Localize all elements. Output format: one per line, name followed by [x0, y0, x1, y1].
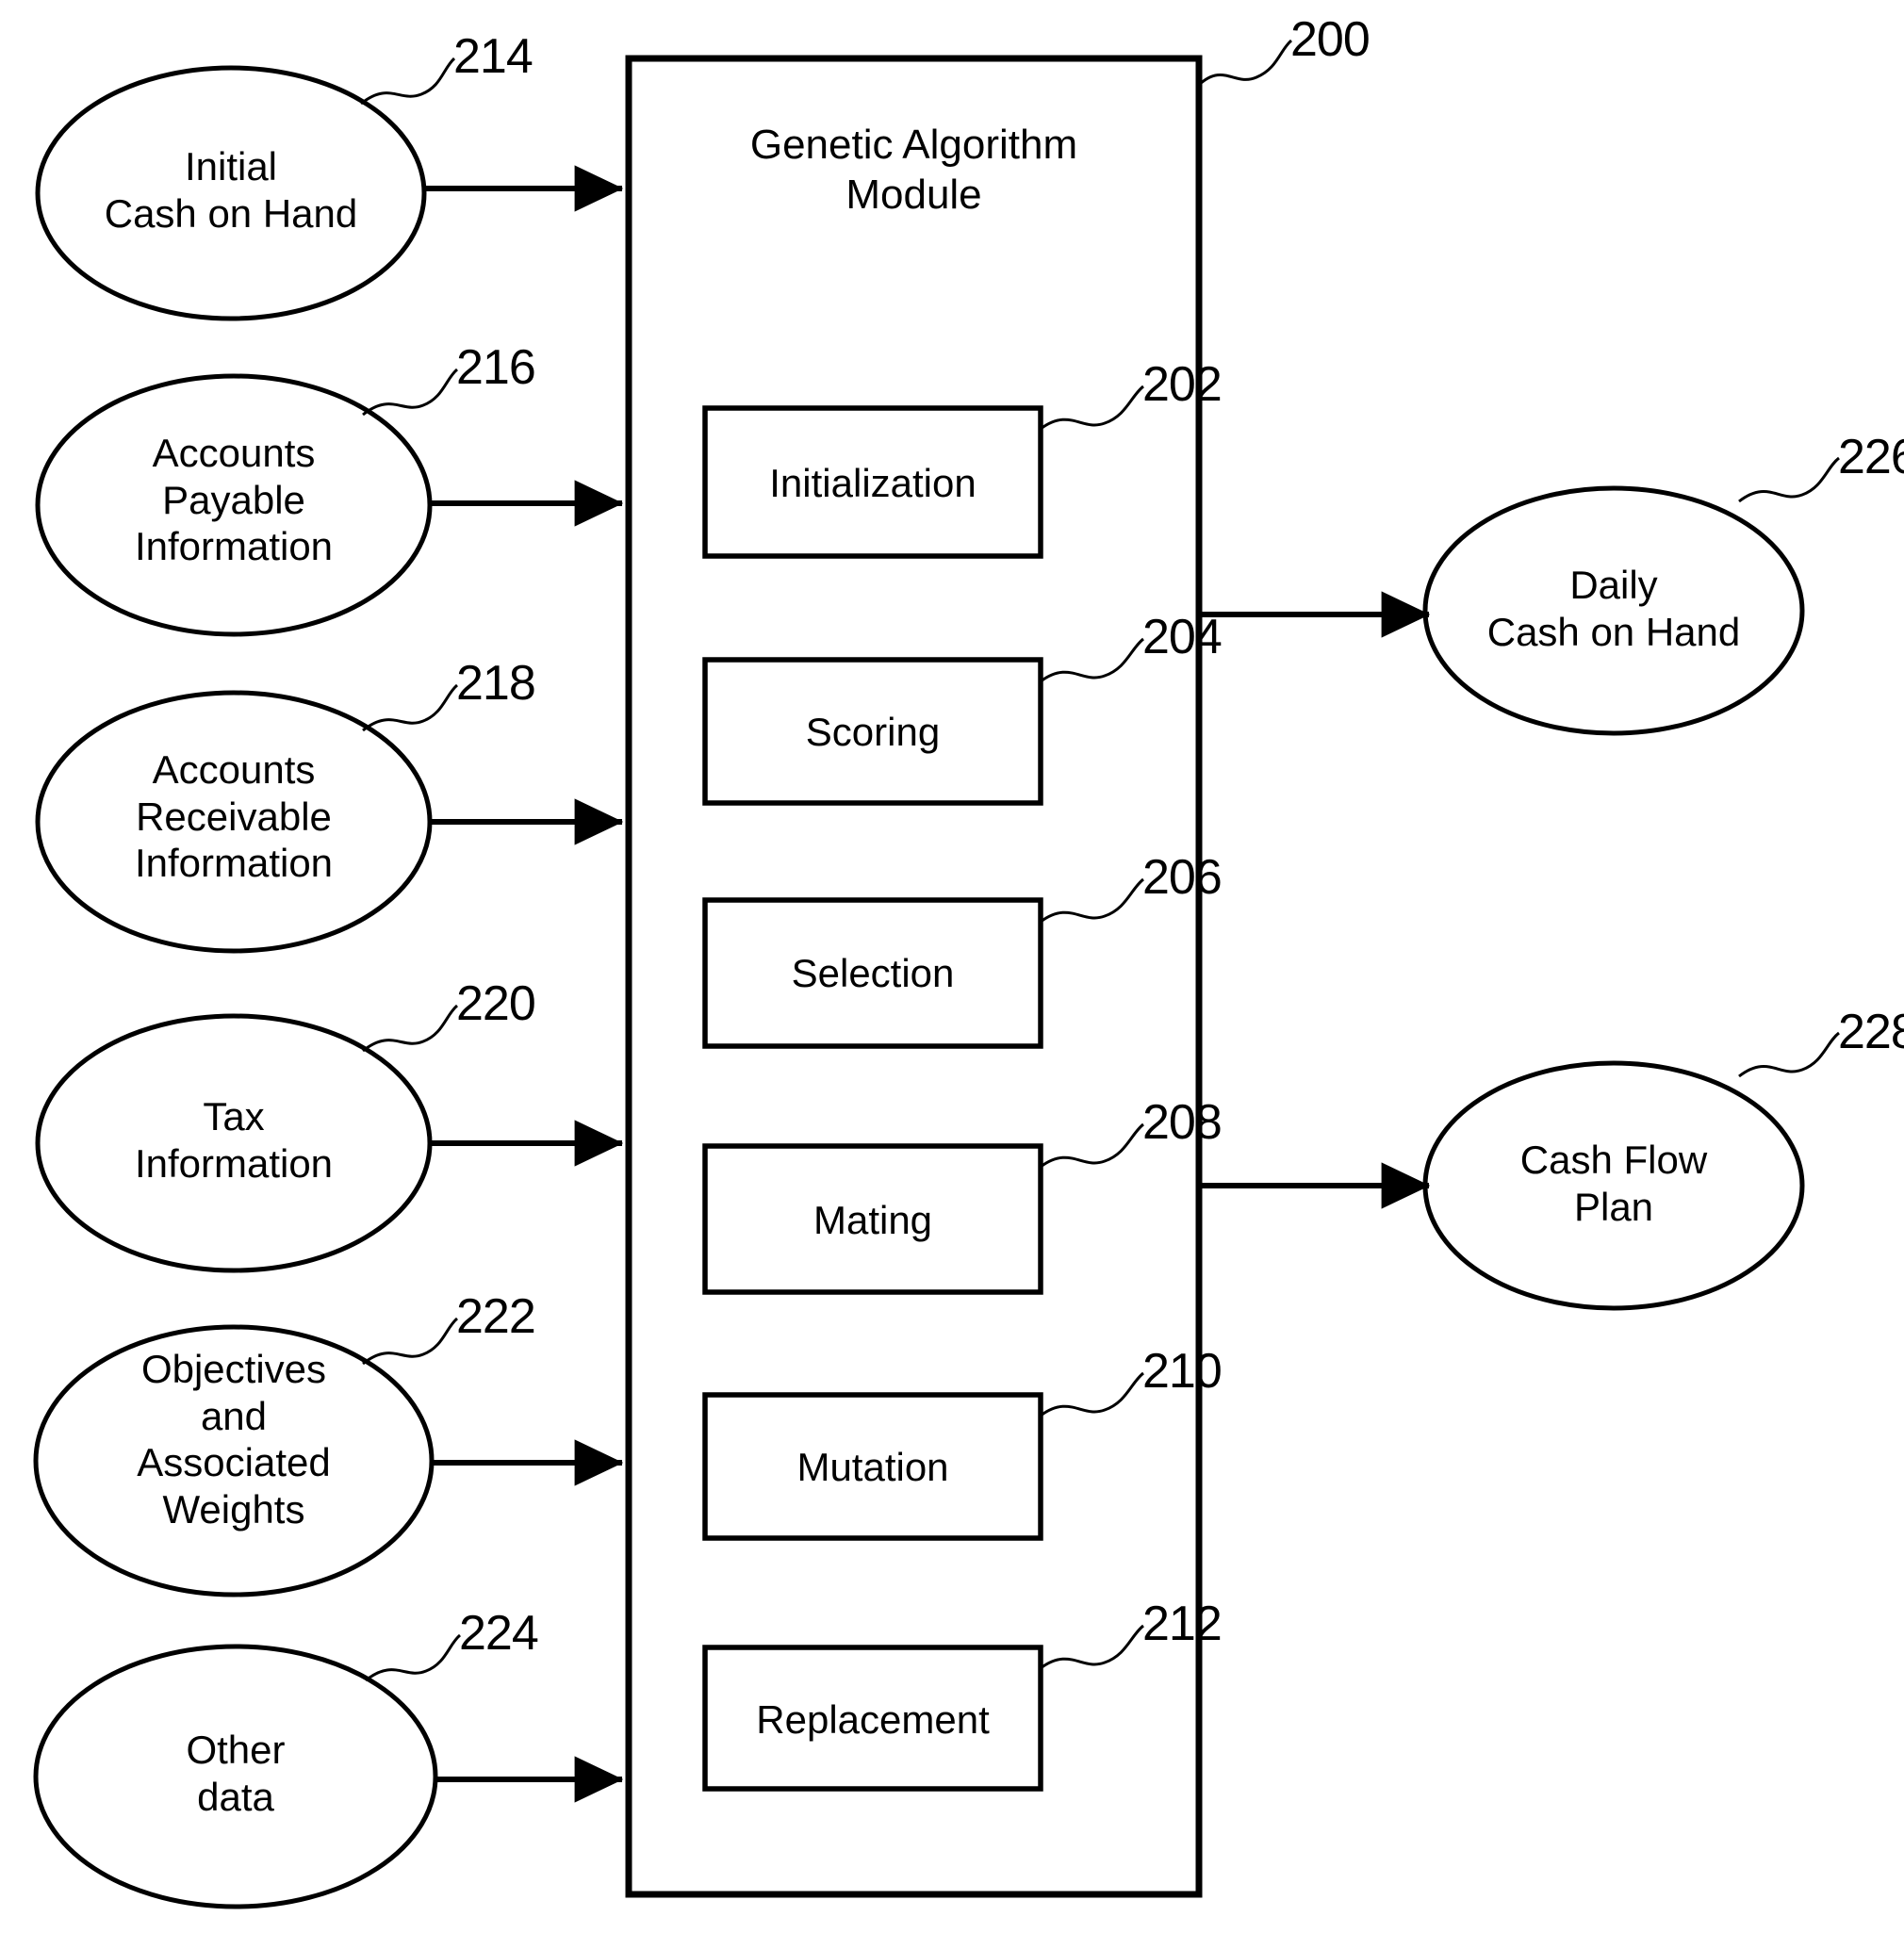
step-label-selection: Selection — [791, 951, 955, 995]
leader-line-218 — [362, 683, 459, 732]
leader-line-216 — [362, 368, 459, 417]
reference-number-208: 208 — [1142, 1095, 1223, 1150]
output-ellipse-cash-flow-plan — [1422, 1060, 1805, 1311]
leader-line-202 — [1040, 385, 1144, 431]
reference-number-204: 204 — [1142, 610, 1223, 664]
diagram-canvas: Genetic Algorithm Module Initialization … — [0, 0, 1904, 1933]
reference-number-210: 210 — [1142, 1344, 1223, 1399]
input-ellipse-other-data — [33, 1644, 438, 1909]
input-ellipse-accounts-payable-information — [35, 373, 433, 637]
output-ellipse-daily-cash-on-hand — [1422, 485, 1805, 736]
step-label-replacement: Replacement — [756, 1697, 990, 1742]
reference-number-216: 216 — [456, 340, 536, 395]
input-ellipse-tax-information — [35, 1013, 433, 1273]
step-label-mating: Mating — [812, 1198, 933, 1242]
reference-number-218: 218 — [456, 656, 536, 711]
leader-line-210 — [1040, 1371, 1144, 1417]
input-ellipse-accounts-receivable-information — [35, 690, 433, 954]
leader-line-206 — [1040, 877, 1144, 924]
reference-number-220: 220 — [456, 976, 536, 1031]
input-ellipse-initial-cash-on-hand — [35, 65, 427, 321]
step-label-scoring: Scoring — [805, 710, 941, 754]
leader-line-226 — [1738, 456, 1840, 503]
leader-line-224 — [365, 1633, 462, 1682]
reference-number-202: 202 — [1142, 357, 1223, 412]
step-label-initialization: Initialization — [769, 461, 977, 505]
input-ellipse-objectives-and-associated-weights — [33, 1324, 435, 1597]
leader-line-208 — [1040, 1122, 1144, 1169]
leader-line-214 — [360, 57, 456, 106]
reference-number-214: 214 — [453, 29, 533, 84]
leader-line-200 — [1197, 39, 1293, 87]
step-label-mutation: Mutation — [796, 1445, 949, 1489]
leader-line-220 — [362, 1004, 459, 1053]
reference-number-226: 226 — [1838, 430, 1904, 484]
leader-line-228 — [1738, 1031, 1840, 1078]
leader-line-204 — [1040, 637, 1144, 683]
reference-number-206: 206 — [1142, 850, 1223, 905]
leader-line-212 — [1040, 1624, 1144, 1670]
reference-number-222: 222 — [456, 1289, 536, 1344]
leader-line-222 — [362, 1317, 459, 1366]
reference-number-212: 212 — [1142, 1597, 1223, 1651]
module-title: Genetic Algorithm Module — [749, 122, 1078, 218]
reference-number-228: 228 — [1838, 1005, 1904, 1059]
reference-number-224: 224 — [459, 1606, 539, 1661]
reference-number-200: 200 — [1290, 12, 1371, 67]
